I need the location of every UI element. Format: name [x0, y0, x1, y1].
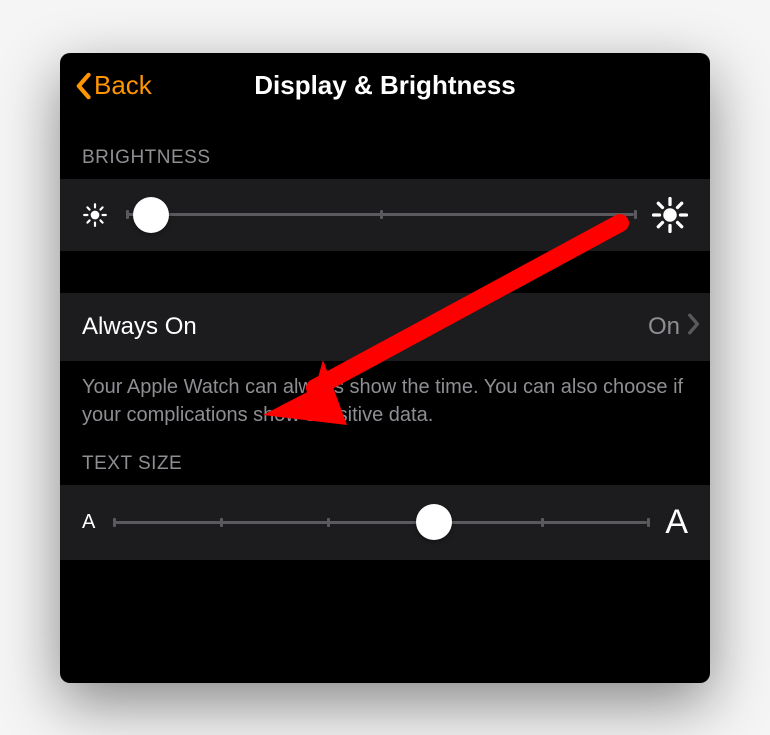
text-size-slider-row: A A	[60, 485, 710, 560]
back-label: Back	[94, 70, 152, 101]
always-on-row[interactable]: Always On On	[60, 293, 710, 361]
sun-small-icon	[82, 202, 108, 228]
brightness-slider-thumb[interactable]	[133, 197, 169, 233]
always-on-value: On	[648, 313, 680, 341]
chevron-left-icon	[74, 72, 94, 100]
text-size-small-icon: A	[82, 511, 95, 534]
sun-large-icon	[652, 197, 688, 233]
text-size-large-icon: A	[665, 503, 688, 542]
text-size-header: TEXT SIZE	[60, 429, 710, 485]
brightness-header: BRIGHTNESS	[60, 113, 710, 179]
brightness-slider[interactable]	[126, 201, 634, 229]
nav-bar: Back Display & Brightness	[60, 53, 710, 113]
settings-screen: Back Display & Brightness BRIGHTNESS	[60, 53, 710, 683]
page-title: Display & Brightness	[60, 70, 710, 101]
back-button[interactable]: Back	[74, 70, 152, 101]
chevron-right-icon	[686, 313, 700, 340]
text-size-slider-thumb[interactable]	[416, 504, 452, 540]
always-on-footer: Your Apple Watch can always show the tim…	[60, 361, 710, 429]
text-size-slider[interactable]	[113, 508, 647, 536]
always-on-label: Always On	[82, 313, 648, 341]
brightness-slider-row	[60, 179, 710, 251]
